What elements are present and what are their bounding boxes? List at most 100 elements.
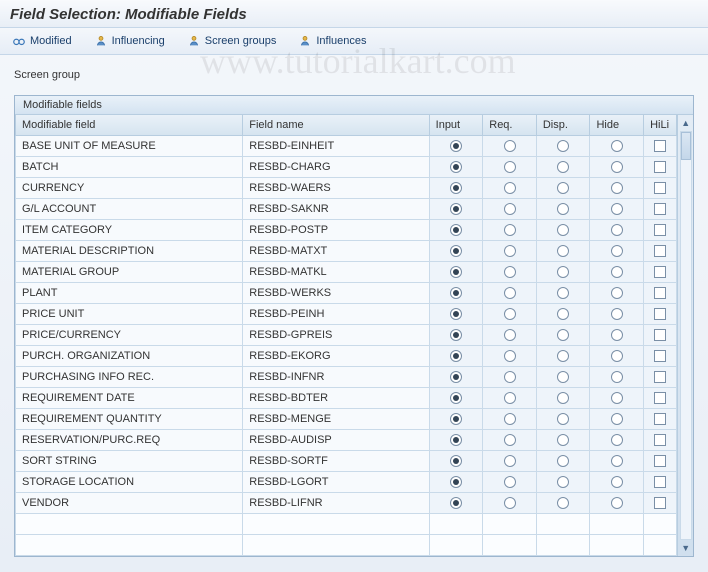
radio-disp[interactable]	[557, 287, 569, 299]
radio-input[interactable]	[450, 203, 462, 215]
radio-disp[interactable]	[557, 140, 569, 152]
radio-req[interactable]	[504, 308, 516, 320]
radio-input[interactable]	[450, 497, 462, 509]
radio-req[interactable]	[504, 266, 516, 278]
col-header-hili[interactable]: HiLi	[644, 115, 677, 135]
checkbox-hili[interactable]	[654, 161, 666, 173]
radio-hide[interactable]	[611, 455, 623, 467]
radio-disp[interactable]	[557, 203, 569, 215]
radio-input[interactable]	[450, 413, 462, 425]
radio-input[interactable]	[450, 434, 462, 446]
radio-req[interactable]	[504, 182, 516, 194]
radio-disp[interactable]	[557, 476, 569, 488]
radio-disp[interactable]	[557, 392, 569, 404]
radio-req[interactable]	[504, 497, 516, 509]
radio-hide[interactable]	[611, 224, 623, 236]
checkbox-hili[interactable]	[654, 308, 666, 320]
col-header-disp[interactable]: Disp.	[536, 115, 590, 135]
vertical-scrollbar[interactable]: ▲ ▼	[677, 115, 693, 556]
checkbox-hili[interactable]	[654, 371, 666, 383]
checkbox-hili[interactable]	[654, 245, 666, 257]
radio-disp[interactable]	[557, 497, 569, 509]
col-header-hide[interactable]: Hide	[590, 115, 644, 135]
radio-hide[interactable]	[611, 434, 623, 446]
radio-disp[interactable]	[557, 245, 569, 257]
scroll-down-button[interactable]: ▼	[680, 542, 692, 554]
radio-hide[interactable]	[611, 392, 623, 404]
radio-req[interactable]	[504, 392, 516, 404]
radio-input[interactable]	[450, 476, 462, 488]
checkbox-hili[interactable]	[654, 350, 666, 362]
radio-req[interactable]	[504, 434, 516, 446]
radio-req[interactable]	[504, 329, 516, 341]
radio-req[interactable]	[504, 245, 516, 257]
checkbox-hili[interactable]	[654, 287, 666, 299]
radio-hide[interactable]	[611, 140, 623, 152]
radio-req[interactable]	[504, 203, 516, 215]
checkbox-hili[interactable]	[654, 455, 666, 467]
radio-disp[interactable]	[557, 350, 569, 362]
modified-button[interactable]: Modified	[8, 32, 76, 50]
col-header-name[interactable]: Field name	[243, 115, 429, 135]
radio-input[interactable]	[450, 245, 462, 257]
radio-disp[interactable]	[557, 434, 569, 446]
radio-hide[interactable]	[611, 350, 623, 362]
checkbox-hili[interactable]	[654, 413, 666, 425]
radio-req[interactable]	[504, 350, 516, 362]
radio-hide[interactable]	[611, 329, 623, 341]
radio-req[interactable]	[504, 455, 516, 467]
checkbox-hili[interactable]	[654, 329, 666, 341]
influences-button[interactable]: Influences	[294, 32, 370, 50]
radio-input[interactable]	[450, 161, 462, 173]
radio-input[interactable]	[450, 287, 462, 299]
screen-groups-button[interactable]: Screen groups	[183, 32, 281, 50]
checkbox-hili[interactable]	[654, 392, 666, 404]
radio-hide[interactable]	[611, 182, 623, 194]
radio-req[interactable]	[504, 161, 516, 173]
radio-input[interactable]	[450, 392, 462, 404]
radio-hide[interactable]	[611, 266, 623, 278]
radio-input[interactable]	[450, 224, 462, 236]
radio-hide[interactable]	[611, 371, 623, 383]
col-header-req[interactable]: Req.	[483, 115, 537, 135]
radio-disp[interactable]	[557, 182, 569, 194]
radio-req[interactable]	[504, 413, 516, 425]
radio-input[interactable]	[450, 371, 462, 383]
checkbox-hili[interactable]	[654, 434, 666, 446]
checkbox-hili[interactable]	[654, 224, 666, 236]
radio-disp[interactable]	[557, 224, 569, 236]
radio-req[interactable]	[504, 140, 516, 152]
radio-hide[interactable]	[611, 308, 623, 320]
scroll-track[interactable]	[680, 131, 692, 540]
radio-input[interactable]	[450, 308, 462, 320]
radio-disp[interactable]	[557, 413, 569, 425]
radio-hide[interactable]	[611, 413, 623, 425]
radio-hide[interactable]	[611, 161, 623, 173]
radio-hide[interactable]	[611, 245, 623, 257]
radio-disp[interactable]	[557, 161, 569, 173]
radio-disp[interactable]	[557, 371, 569, 383]
radio-input[interactable]	[450, 182, 462, 194]
radio-req[interactable]	[504, 287, 516, 299]
radio-input[interactable]	[450, 329, 462, 341]
radio-req[interactable]	[504, 224, 516, 236]
radio-disp[interactable]	[557, 266, 569, 278]
influencing-button[interactable]: Influencing	[90, 32, 169, 50]
col-header-input[interactable]: Input	[429, 115, 483, 135]
radio-input[interactable]	[450, 455, 462, 467]
radio-req[interactable]	[504, 476, 516, 488]
checkbox-hili[interactable]	[654, 266, 666, 278]
col-header-label[interactable]: Modifiable field	[16, 115, 243, 135]
checkbox-hili[interactable]	[654, 203, 666, 215]
scroll-up-button[interactable]: ▲	[680, 117, 692, 129]
checkbox-hili[interactable]	[654, 476, 666, 488]
radio-disp[interactable]	[557, 329, 569, 341]
scroll-thumb[interactable]	[681, 132, 691, 160]
radio-input[interactable]	[450, 350, 462, 362]
checkbox-hili[interactable]	[654, 182, 666, 194]
radio-input[interactable]	[450, 266, 462, 278]
radio-req[interactable]	[504, 371, 516, 383]
radio-hide[interactable]	[611, 497, 623, 509]
radio-disp[interactable]	[557, 308, 569, 320]
checkbox-hili[interactable]	[654, 140, 666, 152]
